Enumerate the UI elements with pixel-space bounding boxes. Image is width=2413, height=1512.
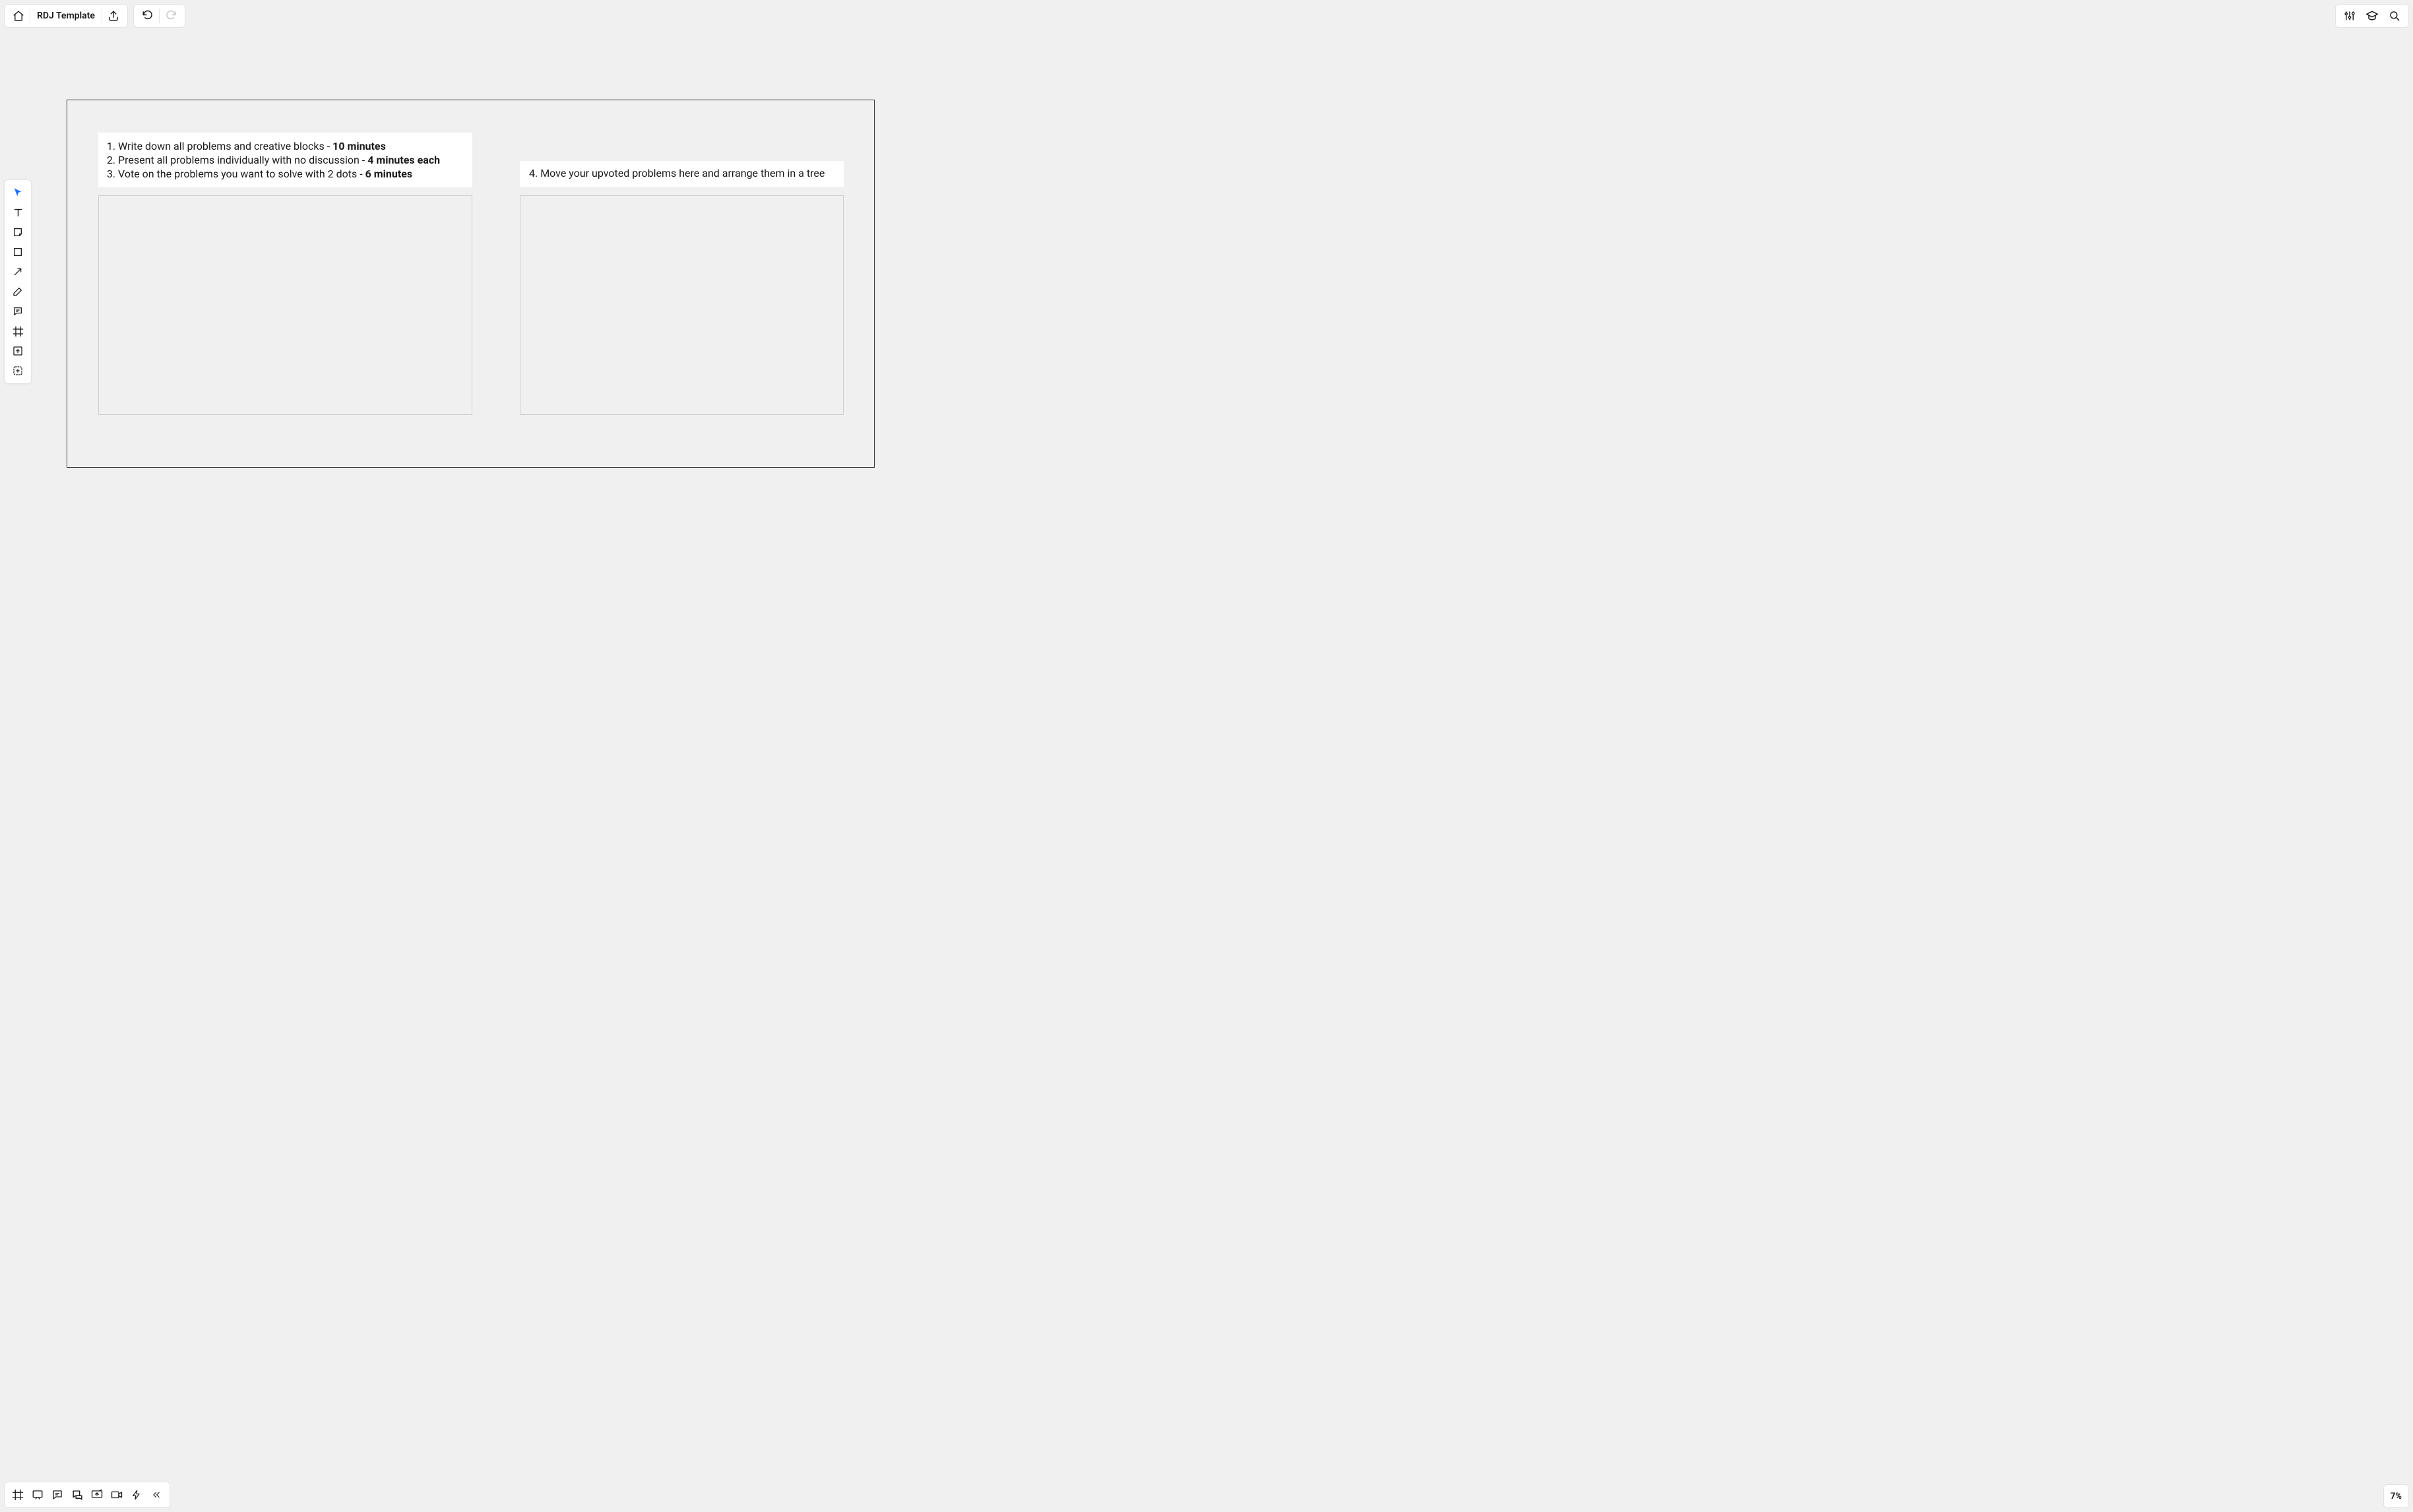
instruction-item[interactable]: Write down all problems and creative blo… xyxy=(118,139,463,153)
zoom-indicator[interactable]: 7% xyxy=(2383,1484,2409,1508)
more-icon xyxy=(12,365,24,377)
presentation-icon xyxy=(32,1489,44,1501)
export-button[interactable] xyxy=(102,5,125,27)
export-icon xyxy=(108,10,119,22)
top-left-main-group: RDJ Template xyxy=(4,4,128,28)
left-toolbar xyxy=(4,179,32,384)
pen-tool[interactable] xyxy=(5,282,30,301)
pen-icon xyxy=(13,286,23,297)
drop-area-right[interactable] xyxy=(520,195,844,415)
instruction-text: Vote on the problems you want to solve w… xyxy=(118,168,365,180)
upload-tool[interactable] xyxy=(5,341,30,361)
comment-icon xyxy=(51,1489,63,1501)
settings-icon xyxy=(2344,10,2356,22)
instruction-bold: 10 minutes xyxy=(332,140,386,152)
bottom-toolbar-group xyxy=(4,1482,170,1508)
sticky-note-tool[interactable] xyxy=(5,222,30,242)
square-icon xyxy=(13,247,23,257)
chevron-left-double-icon xyxy=(152,1490,161,1499)
instruction-bold: 6 minutes xyxy=(365,168,412,180)
presentation-panel-button[interactable] xyxy=(28,1484,47,1505)
chat-icon xyxy=(71,1489,84,1501)
recording-panel-button[interactable] xyxy=(108,1484,126,1505)
text-icon xyxy=(13,207,24,218)
connection-line-tool[interactable] xyxy=(5,262,30,282)
frame-icon xyxy=(13,326,24,337)
top-right-main-group xyxy=(2335,4,2409,28)
collapse-panel-button[interactable] xyxy=(147,1484,166,1505)
canvas-frame[interactable]: Write down all problems and creative blo… xyxy=(67,100,875,468)
canvas[interactable]: Write down all problems and creative blo… xyxy=(0,0,2413,1512)
home-icon xyxy=(13,10,24,22)
redo-button[interactable] xyxy=(160,5,182,27)
zoom-label: 7% xyxy=(2391,1492,2402,1501)
shape-tool[interactable] xyxy=(5,242,30,262)
upload-icon xyxy=(13,346,23,356)
top-right-toolbar xyxy=(2335,4,2409,28)
more-tool[interactable] xyxy=(5,361,30,381)
instruction-text: Present all problems individually with n… xyxy=(118,154,367,166)
instructions-left-block[interactable]: Write down all problems and creative blo… xyxy=(98,133,472,187)
settings-button[interactable] xyxy=(2338,5,2361,27)
lightning-icon xyxy=(131,1490,142,1500)
undo-redo-group xyxy=(133,4,185,28)
frame-tool[interactable] xyxy=(5,321,30,341)
undo-icon xyxy=(142,10,154,22)
comment-tool[interactable] xyxy=(5,301,30,321)
drop-area-left[interactable] xyxy=(98,195,472,415)
chat-panel-button[interactable] xyxy=(68,1484,86,1505)
cursor-icon xyxy=(13,187,23,198)
activities-panel-button[interactable] xyxy=(127,1484,146,1505)
sticky-note-icon xyxy=(13,227,23,237)
top-left-toolbar: RDJ Template xyxy=(4,4,185,28)
screen-share-icon xyxy=(91,1489,103,1501)
bottom-left-toolbar xyxy=(4,1482,170,1508)
video-icon xyxy=(111,1489,123,1501)
home-button[interactable] xyxy=(7,5,30,27)
frame-icon xyxy=(12,1489,24,1501)
screen-share-button[interactable] xyxy=(88,1484,106,1505)
frames-panel-button[interactable] xyxy=(9,1484,27,1505)
instruction-bold: 4 minutes each xyxy=(367,154,440,166)
instruction-item[interactable]: Vote on the problems you want to solve w… xyxy=(118,167,463,181)
instruction-num: 4. xyxy=(529,167,538,179)
arrow-icon xyxy=(13,267,23,277)
instruction-item[interactable]: Present all problems individually with n… xyxy=(118,153,463,167)
comment-icon xyxy=(13,306,23,317)
board-title[interactable]: RDJ Template xyxy=(30,11,102,21)
instruction-text: Write down all problems and creative blo… xyxy=(118,140,332,152)
instruction-text: Move your upvoted problems here and arra… xyxy=(540,167,825,179)
academic-cap-icon xyxy=(2366,9,2379,22)
redo-icon xyxy=(165,10,177,22)
learn-button[interactable] xyxy=(2361,5,2383,27)
search-icon xyxy=(2389,10,2400,22)
instructions-right-block[interactable]: 4. Move your upvoted problems here and a… xyxy=(520,161,844,187)
comments-panel-button[interactable] xyxy=(48,1484,67,1505)
select-tool[interactable] xyxy=(5,183,30,203)
text-tool[interactable] xyxy=(5,203,30,222)
search-button[interactable] xyxy=(2383,5,2406,27)
undo-button[interactable] xyxy=(137,5,159,27)
bottom-right-toolbar: 7% xyxy=(2383,1484,2409,1508)
